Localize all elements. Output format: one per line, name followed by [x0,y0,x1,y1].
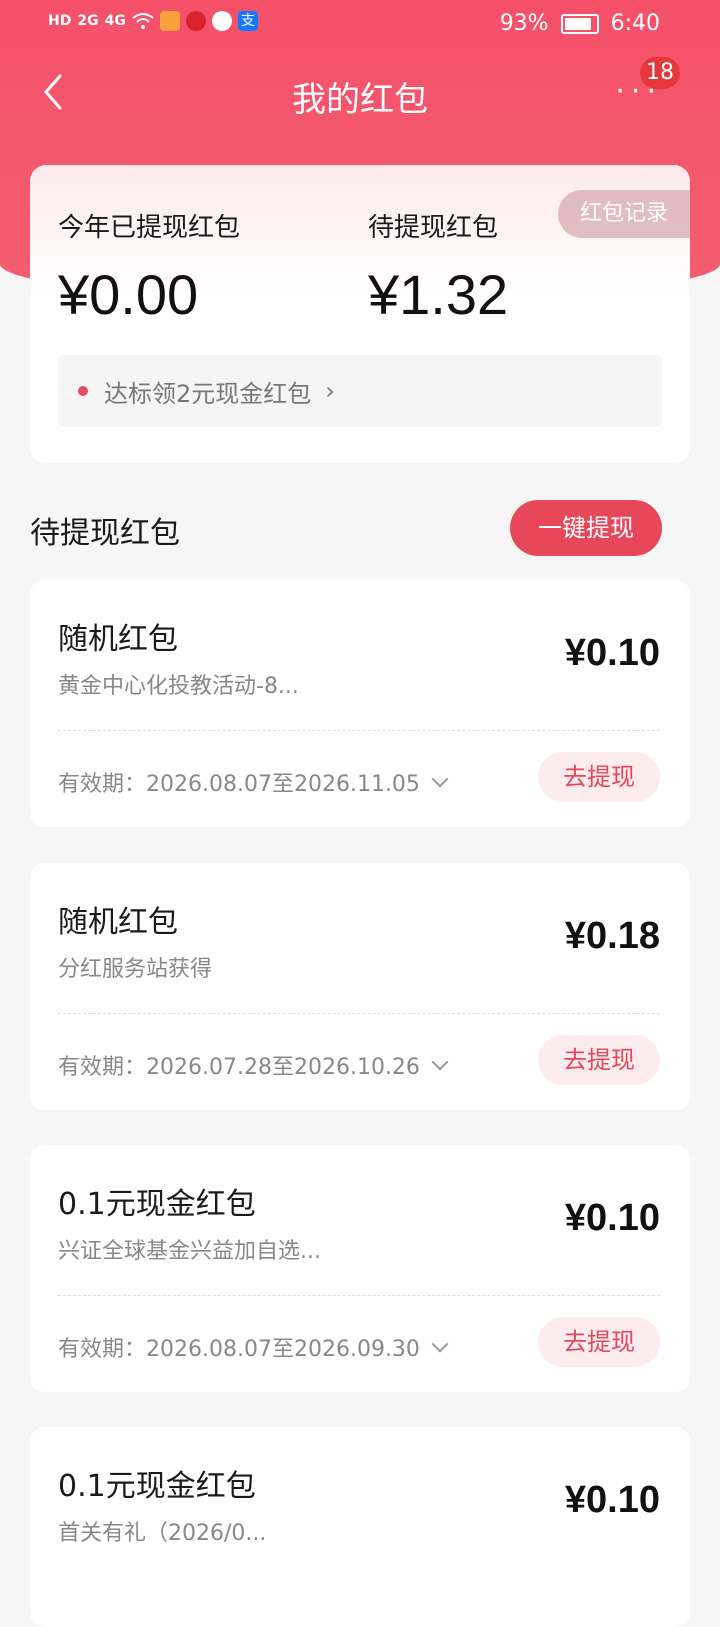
divider [58,730,660,731]
validity-toggle[interactable]: 有效期：2026.08.07至2026.11.05 [58,766,449,798]
alipay-icon: 支 [237,11,258,31]
nav-bar: 我的红包 ··· [0,60,720,130]
chevron-down-icon [431,1053,449,1071]
withdraw-button[interactable]: 去提现 [538,752,660,802]
red-packet-card: 0.1元现金红包 兴证全球基金兴益加自选... ¥0.10 有效期：2026.0… [30,1145,690,1392]
signal-4g-icon: 4G [104,13,126,29]
packet-name: 随机红包 [58,905,178,940]
packet-name: 0.1元现金红包 [58,1187,256,1222]
notification-badge: 18 [640,57,680,89]
pending-summary: 待提现红包 ¥1.32 [368,207,508,327]
validity-toggle[interactable]: 有效期：2026.08.07至2026.09.30 [58,1331,449,1363]
withdrawn-value: ¥0.00 [58,263,199,326]
withdraw-button[interactable]: 去提现 [538,1035,660,1085]
red-packet-card: 随机红包 分红服务站获得 ¥0.18 有效期：2026.07.28至2026.1… [30,863,690,1110]
promo-text: 达标领2元现金红包 [104,379,312,408]
packet-desc: 黄金中心化投教活动-8... [58,674,299,699]
app-notification-icon [159,11,180,31]
validity-text: 有效期：2026.08.07至2026.11.05 [58,772,420,797]
wifi-icon [132,13,154,29]
clock: 6:40 [610,11,660,36]
withdraw-button[interactable]: 去提现 [538,1317,660,1367]
packet-amount: ¥0.10 [564,1197,660,1239]
packet-name: 随机红包 [58,622,178,657]
chat-icon [211,11,232,31]
section-title: 待提现红包 [30,516,180,551]
promo-dot-icon [78,386,88,396]
page-title: 我的红包 [292,80,428,120]
promo-banner[interactable]: 达标领2元现金红包 › [58,355,662,427]
packet-desc: 首关有礼（2026/0... [58,1521,267,1546]
summary-card: 红包记录 今年已提现红包 ¥0.00 待提现红包 ¥1.32 达标领2元现金红包… [30,165,690,463]
withdraw-all-button[interactable]: 一键提现 [510,500,662,556]
chevron-down-icon [431,1335,449,1353]
pending-value: ¥1.32 [368,263,509,326]
signal-2g-icon: 2G [77,13,99,29]
packet-amount: ¥0.10 [564,1479,660,1521]
packet-desc: 兴证全球基金兴益加自选... [58,1239,321,1264]
divider [58,1295,660,1296]
battery-percent: 93% [499,11,549,36]
validity-text: 有效期：2026.08.07至2026.09.30 [58,1337,420,1362]
status-right: 93% 6:40 [500,11,660,36]
packet-name: 0.1元现金红包 [58,1469,256,1504]
bank-app-icon [185,11,206,31]
withdrawn-label: 今年已提现红包 [58,213,241,243]
packet-amount: ¥0.18 [564,915,660,957]
withdrawn-summary: 今年已提现红包 ¥0.00 [58,207,240,327]
chevron-right-icon: › [325,377,335,405]
packet-desc: 分红服务站获得 [58,957,213,982]
validity-text: 有效期：2026.07.28至2026.10.26 [58,1055,420,1080]
status-icons: HD 2G 4G 支 [48,11,258,31]
pending-label: 待提现红包 [368,213,499,243]
chevron-down-icon [431,770,449,788]
status-bar: HD 2G 4G 支 93% 6:40 [0,0,720,50]
red-packet-card: 随机红包 黄金中心化投教活动-8... ¥0.10 有效期：2026.08.07… [30,580,690,827]
red-packet-record-button[interactable]: 红包记录 [558,190,690,238]
divider [58,1013,660,1014]
hd-icon: HD [48,13,72,29]
validity-toggle[interactable]: 有效期：2026.07.28至2026.10.26 [58,1049,449,1081]
battery-icon [560,13,599,34]
packet-amount: ¥0.10 [564,632,660,674]
red-packet-card: 0.1元现金红包 首关有礼（2026/0... ¥0.10 [30,1427,690,1627]
